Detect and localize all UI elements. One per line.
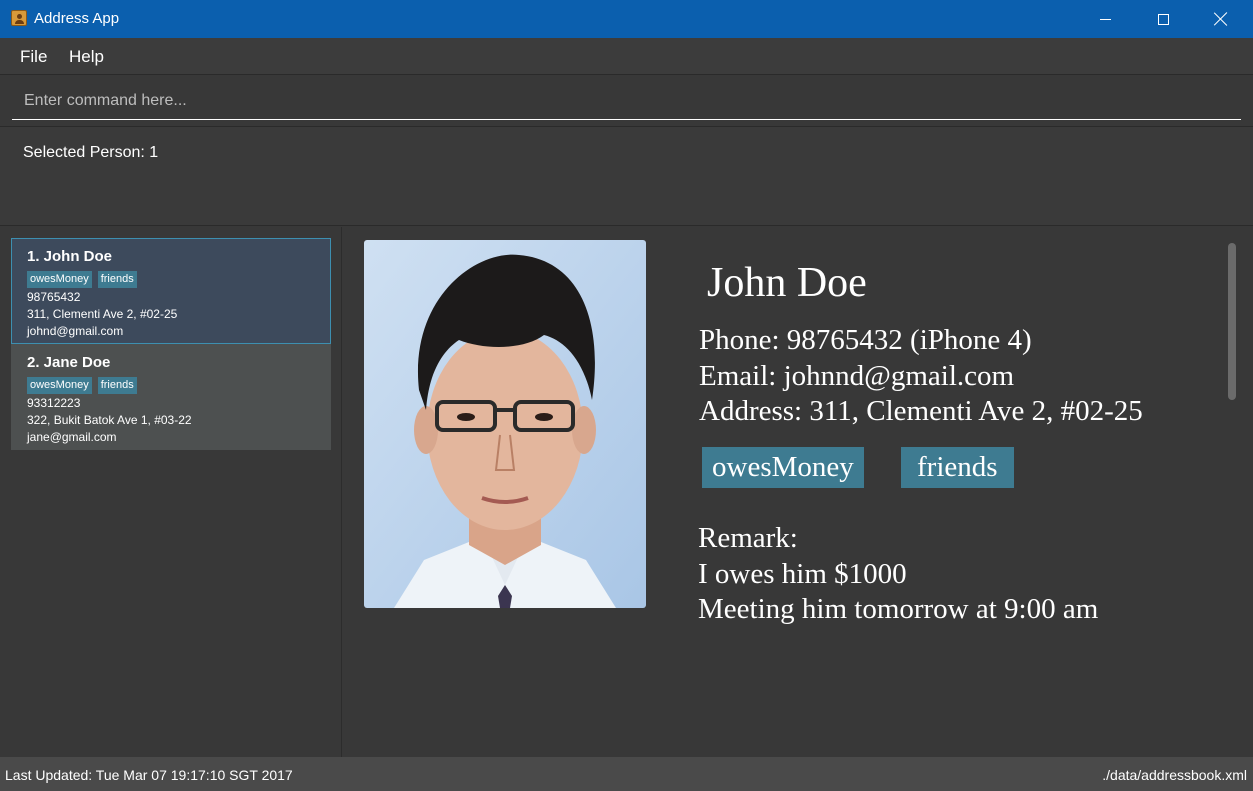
person-phone: 98765432 (27, 290, 81, 304)
file-path-status: ./data/addressbook.xml (1102, 767, 1247, 783)
person-name: 1. John Doe (27, 248, 113, 265)
person-detail-panel: John Doe Phone: 98765432 (iPhone 4) Emai… (343, 227, 1253, 757)
person-address: 311, Clementi Ave 2, #02-25 (27, 307, 178, 321)
minimize-icon (1099, 18, 1111, 20)
person-photo (364, 240, 646, 608)
person-tags: owesMoney friends (27, 377, 331, 394)
tag-label: owesMoney (27, 271, 92, 288)
person-email: jane@gmail.com (27, 430, 117, 444)
result-text: Selected Person: 1 (23, 144, 159, 161)
person-card-2[interactable]: 2. Jane Doe owesMoney friends 93312223 3… (11, 344, 331, 450)
menu-file[interactable]: File (20, 47, 47, 67)
detail-email: Email: johnnd@gmail.com (699, 360, 1015, 392)
result-display: Selected Person: 1 (0, 126, 1253, 226)
maximize-icon (1157, 13, 1169, 25)
tag-label: owesMoney (27, 377, 92, 394)
title-bar: Address App (0, 0, 1253, 38)
command-box (0, 76, 1253, 126)
window-title: Address App (34, 10, 120, 27)
maximize-button[interactable] (1134, 0, 1192, 38)
detail-address: Address: 311, Clementi Ave 2, #02-25 (699, 395, 1143, 427)
detail-scrollbar[interactable] (1228, 243, 1236, 400)
minimize-button[interactable] (1076, 0, 1134, 38)
detail-tag-friends: friends (901, 447, 1014, 488)
last-updated-status: Last Updated: Tue Mar 07 19:17:10 SGT 20… (5, 767, 293, 783)
person-phone: 93312223 (27, 396, 81, 410)
menu-help[interactable]: Help (69, 47, 104, 67)
app-contacts-icon (11, 10, 27, 26)
menu-bar: File Help (0, 38, 1253, 75)
remark-line: Meeting him tomorrow at 9:00 am (698, 593, 1099, 625)
person-tags: owesMoney friends (27, 271, 330, 288)
person-address: 322, Bukit Batok Ave 1, #03-22 (27, 413, 192, 427)
person-card-1[interactable]: 1. John Doe owesMoney friends 98765432 3… (11, 238, 331, 344)
person-name: 2. Jane Doe (27, 354, 111, 371)
detail-tag-owesmoney: owesMoney (702, 447, 864, 488)
person-email: johnd@gmail.com (27, 324, 124, 338)
command-input[interactable] (12, 82, 1241, 120)
close-icon (1214, 12, 1228, 26)
tag-label: friends (97, 271, 137, 288)
status-bar: Last Updated: Tue Mar 07 19:17:10 SGT 20… (0, 757, 1253, 791)
remark-label: Remark: (698, 522, 798, 554)
detail-name: John Doe (707, 260, 867, 306)
detail-phone: Phone: 98765432 (iPhone 4) (699, 324, 1032, 356)
tag-label: friends (97, 377, 137, 394)
person-list-panel: 1. John Doe owesMoney friends 98765432 3… (0, 227, 342, 757)
close-button[interactable] (1192, 0, 1250, 38)
remark-line: I owes him $1000 (698, 558, 907, 590)
